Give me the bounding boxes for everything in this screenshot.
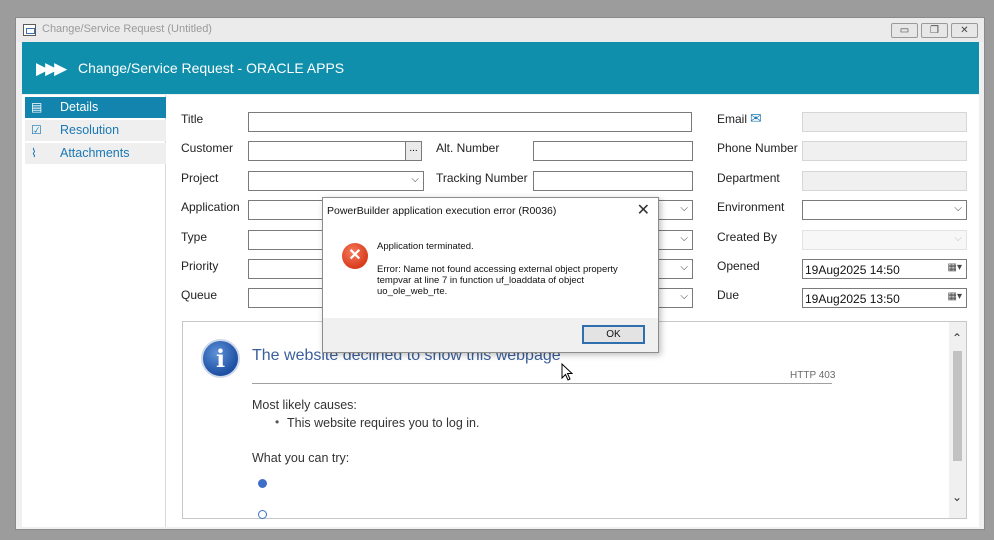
opened-date-picker[interactable]: 19Aug2025 14:50 ▦▾	[802, 259, 967, 279]
title-bar: Change/Service Request (Untitled) ▭ ❐ ✕	[16, 18, 984, 42]
heading-divider	[252, 383, 832, 384]
alt-number-label: Alt. Number	[436, 141, 500, 155]
dialog-close-button[interactable]: ✕	[637, 200, 650, 220]
created-by-dropdown: ⌵	[802, 230, 967, 250]
opened-date-value: 19Aug2025 14:50	[805, 263, 900, 277]
cause-item: This website requires you to log in.	[287, 416, 480, 430]
dialog-message-line: tempvar at line 7 in function uf_loaddat…	[377, 275, 585, 286]
ok-button[interactable]: OK	[582, 325, 645, 344]
phone-number-field	[802, 141, 967, 161]
details-icon: ▤	[31, 100, 43, 114]
scroll-thumb[interactable]	[953, 351, 962, 461]
sidebar-item-label: Resolution	[60, 123, 120, 137]
error-icon: ✕	[342, 243, 368, 269]
department-label: Department	[717, 171, 780, 185]
project-label: Project	[181, 171, 219, 185]
email-field	[802, 112, 967, 132]
created-by-label: Created By	[717, 230, 778, 244]
dialog-title: PowerBuilder application execution error…	[327, 205, 557, 217]
expand-option-icon[interactable]	[258, 479, 267, 488]
priority-label: Priority	[181, 259, 219, 273]
header-banner: ▶▶▶ Change/Service Request - ORACLE APPS	[22, 42, 979, 94]
paperclip-icon: ⌇	[31, 146, 37, 160]
sidebar-item-label: Attachments	[60, 146, 130, 160]
title-input[interactable]	[248, 112, 692, 132]
scroll-up-arrow[interactable]: ⌃	[952, 331, 962, 345]
due-date-value: 19Aug2025 13:50	[805, 292, 900, 306]
restore-button[interactable]: ❐	[921, 23, 948, 38]
checklist-icon: ☑	[31, 123, 42, 137]
dialog-message-line: uo_ole_web_rte.	[377, 286, 448, 297]
opened-label: Opened	[717, 259, 760, 273]
environment-dropdown[interactable]: ⌵	[802, 200, 967, 220]
sidebar-item-resolution[interactable]: ☑ Resolution	[25, 120, 166, 141]
chevron-down-icon: ⌵	[954, 203, 962, 214]
dialog-message-line: Application terminated.	[377, 241, 474, 252]
bullet-icon: •	[275, 415, 280, 429]
customer-lookup-button[interactable]: ...	[405, 141, 422, 161]
info-icon: i	[201, 339, 240, 378]
chevron-right-icon: ▶▶▶	[36, 59, 67, 78]
http-status-code: HTTP 403	[790, 370, 836, 381]
error-dialog: PowerBuilder application execution error…	[322, 197, 659, 353]
calendar-icon[interactable]: ▦▾	[948, 262, 962, 273]
due-label: Due	[717, 288, 740, 302]
title-label: Title	[181, 112, 204, 126]
phone-number-label: Phone Number	[717, 141, 798, 155]
chevron-down-icon: ⌵	[954, 233, 962, 244]
minimize-button[interactable]: ▭	[891, 23, 918, 38]
banner-title: Change/Service Request - ORACLE APPS	[78, 60, 345, 76]
application-label: Application	[181, 200, 240, 214]
tracking-number-input[interactable]	[533, 171, 693, 191]
type-label: Type	[181, 230, 208, 244]
environment-label: Environment	[717, 200, 785, 214]
email-envelope-icon[interactable]: ✉	[750, 110, 762, 127]
sidebar-item-attachments[interactable]: ⌇ Attachments	[25, 143, 166, 164]
calendar-icon[interactable]: ▦▾	[948, 291, 962, 302]
sidebar: ▤ Details ☑ Resolution ⌇ Attachments	[22, 95, 166, 527]
window-title: Change/Service Request (Untitled)	[42, 23, 212, 35]
chevron-down-icon: ⌵	[680, 203, 688, 214]
close-button[interactable]: ✕	[951, 23, 978, 38]
app-window-icon	[23, 24, 36, 36]
due-date-picker[interactable]: 19Aug2025 13:50 ▦▾	[802, 288, 967, 308]
department-field	[802, 171, 967, 191]
mouse-cursor-icon	[561, 363, 573, 381]
sidebar-item-label: Details	[60, 100, 99, 114]
project-dropdown[interactable]: ⌵	[248, 171, 424, 191]
vertical-scrollbar[interactable]: ⌃ ⌄	[949, 322, 966, 518]
chevron-down-circle-icon[interactable]	[258, 510, 267, 519]
causes-heading: Most likely causes:	[252, 398, 357, 412]
chevron-down-icon: ⌵	[411, 174, 419, 185]
chevron-down-icon: ⌵	[680, 262, 688, 273]
try-heading: What you can try:	[252, 451, 350, 465]
customer-input[interactable]	[248, 141, 406, 161]
email-label: Email	[717, 112, 748, 126]
queue-label: Queue	[181, 288, 218, 302]
customer-label: Customer	[181, 141, 234, 155]
tracking-number-label: Tracking Number	[436, 171, 528, 185]
scroll-down-arrow[interactable]: ⌄	[952, 490, 962, 504]
dialog-message-line: Error: Name not found accessing external…	[377, 264, 618, 275]
alt-number-input[interactable]	[533, 141, 693, 161]
dialog-body: PowerBuilder application execution error…	[323, 198, 658, 318]
sidebar-item-details[interactable]: ▤ Details	[25, 97, 166, 118]
chevron-down-icon: ⌵	[680, 291, 688, 302]
chevron-down-icon: ⌵	[680, 233, 688, 244]
